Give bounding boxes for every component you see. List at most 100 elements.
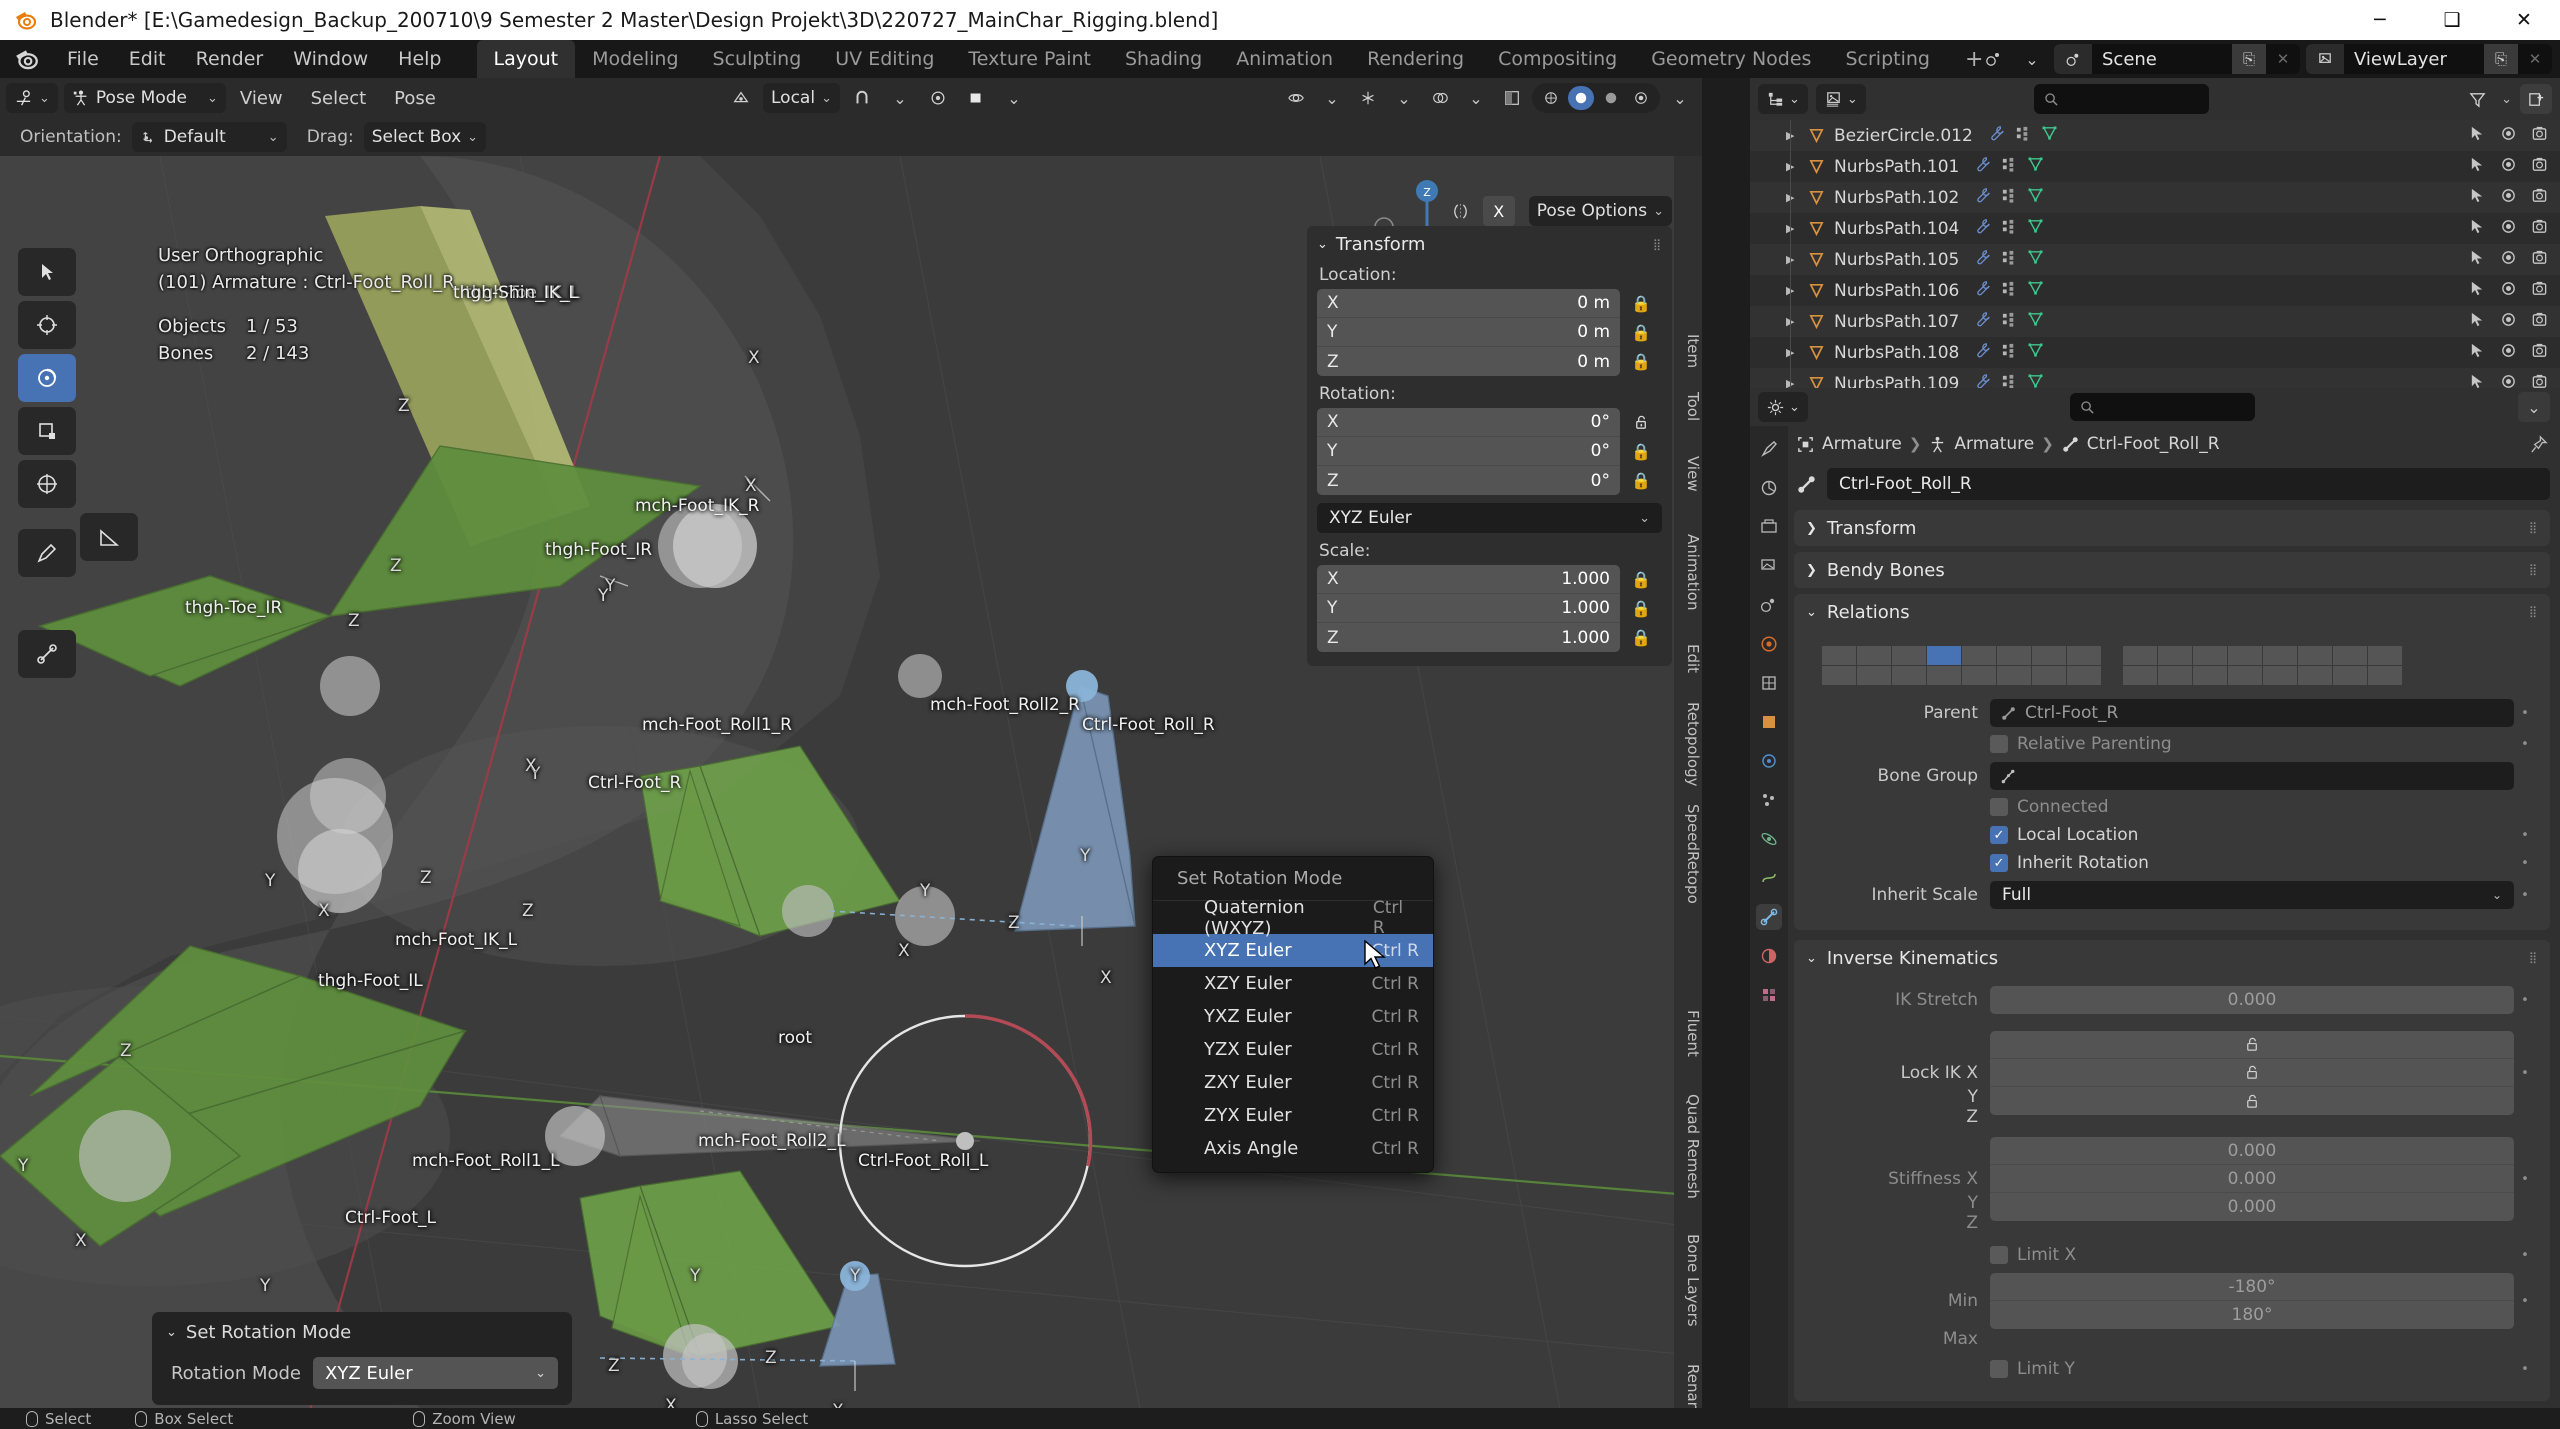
sidebar-tab-view[interactable]: View [1674,448,1702,500]
inherit-rotation-checkbox[interactable]: ✓ [1990,854,2008,872]
xray-toggle-icon[interactable] [1496,83,1528,113]
scene-selector[interactable]: Scene ⎘ ✕ [2054,44,2300,74]
modifier-wrench-icon[interactable] [1989,125,2006,146]
new-collection-icon[interactable] [2520,84,2552,114]
limit-y-checkbox[interactable] [1990,1360,2008,1378]
animate-dot-lockik[interactable]: • [2514,1066,2536,1081]
tab-texture[interactable] [1756,982,1782,1008]
outliner-row[interactable]: ▶NurbsPath.107 [1750,306,2560,337]
maximize-button[interactable]: ❑ [2416,0,2488,40]
panel-relations-header[interactable]: ⌄ Relations ⣿ [1794,594,2550,630]
bone-layer-cell[interactable] [2333,666,2367,685]
hide-in-viewport-eye-icon[interactable] [2500,218,2517,239]
chevron-down-icon-filter[interactable]: ⌄ [2501,92,2512,107]
bone-layer-cell[interactable] [2158,666,2192,685]
animate-dot-min[interactable]: • [2514,1294,2536,1309]
hide-in-viewport-eye-icon[interactable] [2500,187,2517,208]
curve-data-icon[interactable] [2027,156,2044,177]
outliner-search-input[interactable] [2033,84,2209,114]
selectable-cursor-icon[interactable] [2469,249,2486,270]
chevron-down-icon-overlays[interactable]: ⌄ [1460,83,1492,113]
proportional-edit-icon[interactable] [922,83,954,113]
disable-in-render-camera-icon[interactable] [2531,156,2548,177]
rotation-mode-selector[interactable]: XYZ Euler ⌄ [1317,503,1662,533]
properties-options-chevron-icon[interactable]: ⌄ [2518,392,2550,422]
disable-in-render-camera-icon[interactable] [2531,187,2548,208]
bone-layer-cell[interactable] [1962,666,1996,685]
lock-scale-z-icon[interactable]: 🔒 [1620,623,1662,652]
bone-layers-block-right[interactable] [2123,646,2402,685]
sidebar-tab-animation[interactable]: Animation [1674,526,1702,618]
tool-add-bone[interactable] [18,630,76,678]
limit-x-row[interactable]: Limit X • [1990,1245,2536,1265]
tab-sculpting[interactable]: Sculpting [696,40,819,78]
editor-type-button[interactable]: ⌄ [6,83,58,113]
modifier-wrench-icon[interactable] [1975,218,1992,239]
menu-edit[interactable]: Edit [114,40,181,78]
hide-in-viewport-eye-icon[interactable] [2500,125,2517,146]
tab-layout[interactable]: Layout [476,40,576,78]
relative-parenting-checkbox[interactable] [1990,735,2008,753]
limit-y-row[interactable]: Limit Y • [1990,1359,2536,1379]
x-mirror-toggle[interactable]: X [1482,196,1515,226]
context-menu-item-4[interactable]: YZX Euler Ctrl R [1153,1033,1433,1066]
modifier-wrench-icon[interactable] [1975,280,1992,301]
lock-ik-z-field[interactable] [1990,1087,2514,1115]
transform-panel-header[interactable]: ⌄ Transform ⣿ [1317,234,1662,255]
breadcrumb-item-2[interactable]: Ctrl-Foot_Roll_R [2087,434,2220,454]
hide-in-viewport-eye-icon[interactable] [2500,249,2517,270]
outliner-row[interactable]: ▶NurbsPath.101 [1750,151,2560,182]
tab-speedretopo[interactable] [1756,670,1782,696]
viewport-menu-view[interactable]: View [226,88,297,109]
breadcrumb-item-0[interactable]: Armature [1822,434,1902,454]
lock-location-z-icon[interactable]: 🔒 [1620,347,1662,376]
shading-rendered-icon[interactable] [1628,86,1654,110]
disable-in-render-camera-icon[interactable] [2531,311,2548,332]
lock-location-x-icon[interactable]: 🔒 [1620,289,1662,318]
tab-bone[interactable] [1756,904,1782,930]
tool-annotate[interactable] [18,529,76,577]
modifier-stack-icon[interactable] [2001,311,2018,332]
sidebar-tab-item[interactable]: Item [1674,326,1702,376]
animate-dot-limitx[interactable]: • [2514,1248,2536,1263]
modifier-stack-icon[interactable] [2015,125,2032,146]
bone-layer-cell[interactable] [1822,646,1856,665]
stiffness-z-field[interactable]: 0.000 [1990,1193,2514,1221]
selectable-cursor-icon[interactable] [2469,187,2486,208]
minimize-button[interactable]: ─ [2344,0,2416,40]
bone-layer-cell[interactable] [2067,646,2101,665]
location-z-field[interactable]: Z 0 m [1317,347,1620,376]
tab-scripting[interactable]: Scripting [1828,40,1947,78]
bone-layer-cell[interactable] [2368,646,2402,665]
modifier-wrench-icon[interactable] [1975,156,1992,177]
tool-transform[interactable] [18,460,76,508]
bone-layer-cell[interactable] [2032,666,2066,685]
outliner-editor[interactable]: ⌄ ⌄ ⌄ BezierCircle.012 NurbsPath.101 Nur… [1750,78,2560,407]
connected-row[interactable]: Connected [1990,797,2536,817]
tool-tweak[interactable] [18,248,76,296]
bone-layer-cell[interactable] [2228,666,2262,685]
bone-layer-cell[interactable] [1822,666,1856,685]
overlays-icon[interactable] [1424,83,1456,113]
properties-editor-type-button[interactable]: ⌄ [1758,392,1808,422]
chevron-down-icon-scene-pre[interactable]: ⌄ [2016,44,2048,74]
animate-dot-inheritrot[interactable]: • [2514,856,2536,871]
mode-selector[interactable]: Pose Mode ⌄ [63,83,226,113]
orientation-selector[interactable]: Default ⌄ [131,122,287,152]
bone-layers-grid[interactable] [1822,646,2536,685]
stiffness-x-field[interactable]: 0.000 [1990,1137,2514,1165]
bone-layer-cell[interactable] [1997,666,2031,685]
lock-rotation-x-icon[interactable] [1620,408,1662,437]
close-button[interactable]: ✕ [2488,0,2560,40]
bone-layer-cell[interactable] [1997,646,2031,665]
bone-layer-cell[interactable] [2263,646,2297,665]
context-menu-item-7[interactable]: Axis Angle Ctrl R [1153,1132,1433,1165]
menu-window[interactable]: Window [278,40,383,78]
menu-help[interactable]: Help [383,40,456,78]
tab-compositing[interactable]: Compositing [1481,40,1634,78]
sidebar-tab-edit[interactable]: Edit [1674,636,1702,681]
context-menu-item-0[interactable]: Quaternion (WXYZ) Ctrl R [1153,897,1433,939]
rotation-x-field[interactable]: X 0° [1317,408,1620,437]
bone-layer-cell[interactable] [1892,646,1926,665]
modifier-stack-icon[interactable] [2001,156,2018,177]
